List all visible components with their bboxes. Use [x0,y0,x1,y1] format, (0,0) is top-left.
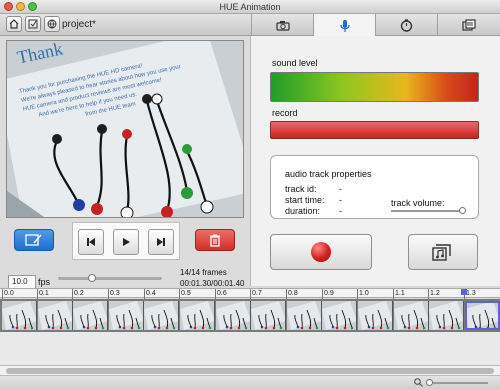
earphones-graphic [52,93,214,217]
import-audio-button[interactable] [408,234,478,270]
play-button[interactable] [113,229,139,255]
scrollbar-thumb[interactable] [6,368,494,374]
record-icon [311,242,331,262]
start-time-label: start time: [285,195,325,205]
globe-icon [47,19,57,29]
frame-thumbnail[interactable] [358,301,393,330]
project-name: project* [62,19,96,30]
frame-thumbnail[interactable] [322,301,358,330]
tab-audio[interactable] [313,14,375,37]
time-display: 00:01.30/00:01.40 [180,279,245,288]
track-id-value: - [339,184,342,194]
music-import-icon [432,244,451,261]
video-preview: Thank Thank you for purchasing the HUE H… [6,40,244,218]
playback-speed-slider[interactable] [58,274,162,282]
microphone-icon [339,19,350,32]
frame-thumbnail[interactable] [251,301,287,330]
frame-thumbnail[interactable] [37,301,73,330]
playhead[interactable] [461,289,467,295]
timeline-tick: 0.7 [250,289,262,299]
delete-frame-button[interactable] [195,229,235,251]
properties-title: audio track properties [285,169,372,179]
audio-track-area[interactable] [0,332,500,366]
frame-thumbnail[interactable] [108,301,144,330]
frame-thumbnail[interactable] [464,301,500,330]
tab-timer[interactable] [375,14,437,36]
record-button[interactable] [270,234,372,270]
record-label: record [272,108,298,118]
timer-icon [400,18,413,32]
web-button[interactable] [44,16,60,32]
duration-value: - [339,206,342,216]
timeline-tick: 0.4 [144,289,156,299]
frame-thumbnail[interactable] [2,301,37,330]
timeline-scrollbar[interactable] [0,366,500,376]
timeline-tick: 0.6 [215,289,227,299]
filmstrip [0,299,500,332]
timeline-zoom-slider[interactable] [426,379,488,386]
frame-thumbnail[interactable] [429,301,465,330]
audio-track-properties: audio track properties track id: - start… [270,155,479,219]
title-bar: HUE Animation [0,0,500,14]
frame-thumbnail[interactable] [180,301,215,330]
window-title: HUE Animation [219,2,281,12]
play-icon [123,238,130,246]
camera-icon [275,20,290,31]
volume-knob[interactable] [459,207,466,214]
timeline-tick: 0.5 [179,289,191,299]
timeline-tick: 0.9 [322,289,334,299]
timeline-tick: 1.2 [428,289,440,299]
timeline-tick: 0.8 [286,289,298,299]
frame-thumbnail[interactable] [73,301,109,330]
record-level-bar [270,121,479,139]
frame-thumbnail[interactable] [144,301,180,330]
tab-camera[interactable] [251,14,313,36]
timeline-tick: 0.1 [37,289,49,299]
previous-frame-button[interactable] [78,229,104,255]
track-id-label: track id: [285,184,317,194]
fps-label: fps [38,277,51,287]
sound-level-meter [270,72,479,102]
timeline-tick: 1.1 [393,289,405,299]
edit-frame-button[interactable] [14,229,54,251]
home-icon [9,19,19,29]
next-frame-button[interactable] [148,229,174,255]
frame-thumbnail[interactable] [215,301,251,330]
track-volume-slider[interactable] [391,207,466,214]
trash-icon [210,234,220,247]
timeline-tick: 0.0 [2,289,14,299]
frame-thumbnail[interactable] [393,301,429,330]
skip-forward-icon [157,238,165,246]
fps-input[interactable]: 10.0 [8,275,36,289]
toolbar: project* [0,14,500,37]
timeline-ruler[interactable]: 0.0 0.1 0.2 0.3 0.4 0.5 0.6 0.7 0.8 0.9 … [0,288,500,299]
skip-back-icon [87,238,95,246]
start-time-value: - [339,195,342,205]
sound-level-label: sound level [272,58,318,68]
home-button[interactable] [6,16,22,32]
zoom-icon [414,378,423,387]
slider-knob[interactable] [88,274,96,282]
tab-export[interactable] [437,14,500,36]
save-project-button[interactable] [25,16,41,32]
status-bar [0,376,500,389]
export-icon [461,19,476,31]
timeline-tick: 0.2 [72,289,84,299]
frame-counter: 14/14 frames [180,268,227,277]
track-volume-label: track volume: [391,198,445,208]
timeline-tick: 0.3 [108,289,120,299]
timeline-tick: 1.0 [357,289,369,299]
edit-frame-icon [25,234,42,246]
zoom-knob[interactable] [426,379,433,386]
save-icon [28,19,38,29]
transport-controls [72,222,180,260]
frame-thumbnail[interactable] [286,301,322,330]
duration-label: duration: [285,206,321,216]
